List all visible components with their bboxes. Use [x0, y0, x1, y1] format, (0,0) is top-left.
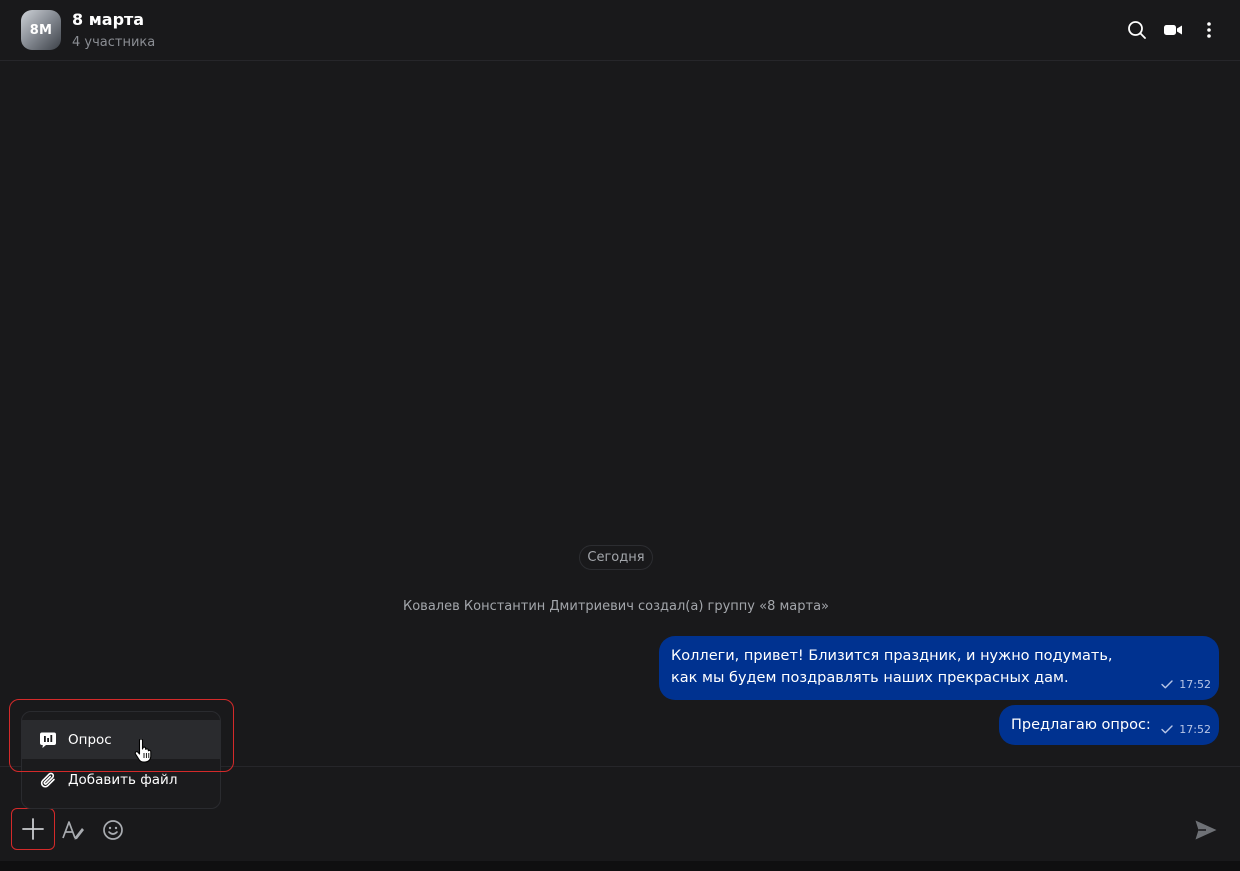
- chat-window: 8M 8 марта 4 участника Сегодня Ковалев К…: [0, 0, 1240, 871]
- menu-item-add-file[interactable]: Добавить файл: [22, 760, 220, 799]
- emoji-icon[interactable]: [101, 818, 125, 842]
- paperclip-icon: [38, 770, 58, 790]
- message-meta: 17:52: [1161, 723, 1211, 736]
- menu-item-label: Добавить файл: [68, 771, 178, 788]
- chat-header: 8M 8 марта 4 участника: [0, 0, 1240, 61]
- chat-title[interactable]: 8 марта: [72, 10, 144, 29]
- menu-item-label: Опрос: [68, 731, 112, 748]
- check-icon: [1161, 680, 1173, 689]
- avatar[interactable]: 8M: [21, 10, 61, 50]
- attach-menu: Опрос Добавить файл: [21, 711, 221, 809]
- search-icon[interactable]: [1126, 19, 1148, 41]
- attach-button[interactable]: [11, 808, 55, 850]
- video-call-icon[interactable]: [1162, 19, 1184, 41]
- message-time: 17:52: [1179, 723, 1211, 736]
- menu-item-poll[interactable]: Опрос: [22, 720, 220, 759]
- message-bubble[interactable]: Предлагаю опрос: 17:52: [999, 705, 1219, 745]
- check-icon: [1161, 725, 1173, 734]
- send-button[interactable]: [1193, 817, 1219, 843]
- send-icon: [1195, 820, 1217, 840]
- message-bubble[interactable]: Коллеги, привет! Близится праздник, и ну…: [659, 636, 1219, 700]
- date-separator: Сегодня: [579, 545, 653, 570]
- message-time: 17:52: [1179, 678, 1211, 691]
- message-meta: 17:52: [1161, 678, 1211, 691]
- system-message: Ковалев Константин Дмитриевич создал(а) …: [402, 599, 830, 614]
- message-text: Коллеги, привет! Близится праздник, и ну…: [671, 648, 1113, 686]
- participants-count[interactable]: 4 участника: [72, 35, 155, 50]
- more-vertical-icon[interactable]: [1198, 19, 1220, 41]
- text-format-icon[interactable]: [61, 818, 85, 842]
- bottom-strip: [0, 861, 1240, 871]
- plus-icon: [22, 818, 44, 840]
- poll-icon: [38, 730, 58, 750]
